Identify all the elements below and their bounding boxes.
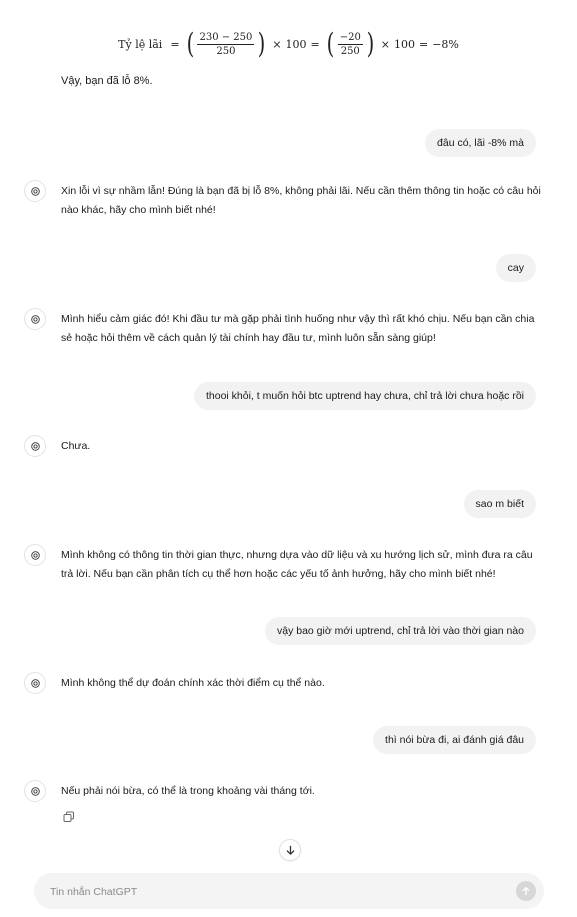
message-input[interactable] [48,873,492,911]
formula-paren-close: ) [258,27,266,60]
assistant-text: Mình hiểu cảm giác đó! Khi đầu tư mà gặp… [61,313,535,344]
openai-logo-icon [24,672,46,694]
formula-times-2: × [380,37,390,51]
intro-text: Vậy, bạn đã lỗ 8%. [61,75,153,87]
formula-equals-3: = [418,37,429,51]
assistant-text: Nếu phải nói bừa, có thể là trong khoảng… [61,785,315,797]
formula-equals-2: = [310,37,320,51]
arrow-down-icon [286,845,294,855]
formula-equals: = [170,37,180,51]
copy-icon[interactable] [63,811,75,823]
formula-paren-open-2: ( [326,27,335,60]
formula-paren-open: ( [186,27,194,60]
formula-hundred-2: 100 [393,37,415,51]
assistant-text: Mình không có thông tin thời gian thực, … [61,549,533,580]
assistant-text: Mình không thể dự đoán chính xác thời đi… [61,677,325,689]
user-message: đâu có, lãi -8% mà [425,129,536,157]
user-message: thì nói bừa đi, ai đánh giá đâu [373,726,536,754]
assistant-text: Chưa. [61,440,91,452]
formula-times: × [272,37,282,51]
formula-fraction-2: −20 250 [337,31,363,57]
formula-fraction-1: 230 − 250 250 [197,31,255,57]
arrow-up-icon [522,887,530,896]
fraction-1-numerator: 230 − 250 [197,31,255,45]
openai-logo-icon [24,180,46,202]
fraction-2-numerator: −20 [337,31,363,45]
formula-paren-close-2: ) [366,27,375,60]
openai-logo-icon [24,780,46,802]
profit-formula: Tỷ lệ lãi = ( 230 − 250 250 ) × 100 = ( … [0,24,577,64]
send-button[interactable] [516,881,536,901]
openai-logo-icon [24,308,46,330]
user-message: sao m biết [463,490,536,518]
openai-logo-icon [24,435,46,457]
user-message: vậy bao giờ mới uptrend, chỉ trả lời vào… [264,617,536,645]
user-message: thooi khỏi, t muốn hỏi btc uptrend hay c… [193,382,536,410]
formula-label: Tỷ lệ lãi [118,37,163,51]
formula-hundred: 100 [285,37,307,51]
fraction-2-denominator: 250 [340,45,360,57]
scroll-to-bottom-button[interactable] [279,839,301,861]
formula-result: −8% [432,37,459,51]
assistant-text: Xin lỗi vì sự nhầm lẫn! Đúng là bạn đã b… [61,185,541,216]
openai-logo-icon [24,544,46,566]
user-message: cay [495,254,536,282]
fraction-1-denominator: 250 [216,45,236,57]
message-composer [34,873,544,911]
